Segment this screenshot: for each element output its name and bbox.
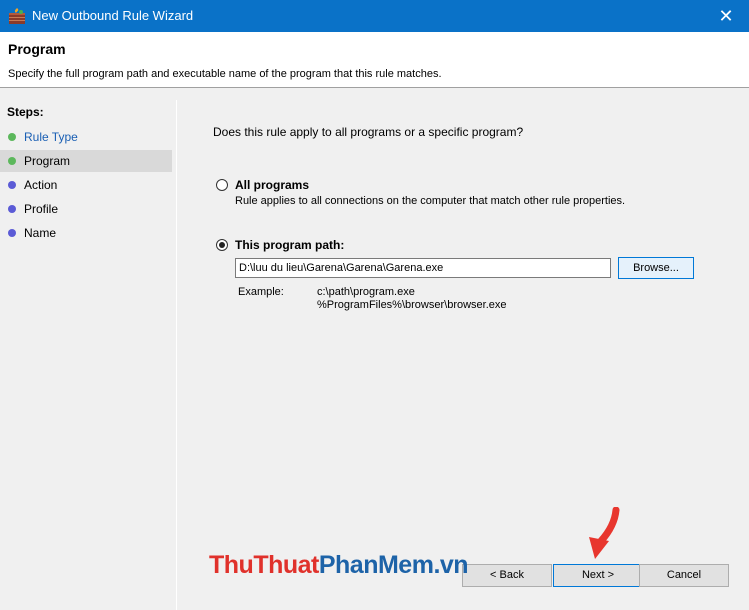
all-programs-radio[interactable] — [216, 179, 228, 191]
step-bullet-icon — [8, 205, 16, 213]
step-bullet-icon — [8, 157, 16, 165]
step-label: Rule Type — [24, 130, 78, 144]
steps-panel: Steps: Rule Type Program Action Profile … — [0, 100, 176, 610]
step-bullet-icon — [8, 181, 16, 189]
example-value: %ProgramFiles%\browser\browser.exe — [317, 299, 507, 311]
window-title: New Outbound Rule Wizard — [32, 8, 194, 23]
program-path-input[interactable] — [235, 258, 611, 278]
step-label: Name — [24, 226, 57, 240]
step-label: Action — [24, 178, 58, 192]
step-name: Name — [0, 222, 172, 244]
close-button[interactable]: ✕ — [703, 0, 749, 32]
firewall-icon — [9, 8, 25, 24]
watermark-part: ThuThuat — [209, 551, 319, 579]
program-path-label[interactable]: This program path: — [235, 238, 344, 252]
content-panel: Does this rule apply to all programs or … — [176, 100, 749, 610]
next-button[interactable]: Next > — [553, 564, 643, 587]
all-programs-label[interactable]: All programs — [235, 178, 309, 192]
header-divider — [0, 87, 749, 88]
example-label: Example: — [238, 286, 284, 298]
back-button[interactable]: < Back — [462, 564, 552, 587]
browse-button[interactable]: Browse... — [618, 257, 694, 279]
pointer-arrow-icon — [589, 507, 620, 559]
steps-title: Steps: — [7, 105, 44, 119]
question-text: Does this rule apply to all programs or … — [213, 125, 524, 139]
cancel-button[interactable]: Cancel — [639, 564, 729, 587]
step-bullet-icon — [8, 133, 16, 141]
step-action: Action — [0, 174, 172, 196]
step-rule-type[interactable]: Rule Type — [0, 126, 172, 148]
step-label: Profile — [24, 202, 59, 216]
wizard-header: Program Specify the full program path an… — [0, 32, 749, 87]
page-title: Program — [8, 41, 66, 57]
title-bar: New Outbound Rule Wizard ✕ — [0, 0, 749, 32]
step-bullet-icon — [8, 229, 16, 237]
watermark-part: PhanMem — [318, 551, 434, 579]
step-profile: Profile — [0, 198, 172, 220]
page-description: Specify the full program path and execut… — [8, 68, 442, 80]
all-programs-description: Rule applies to all connections on the c… — [235, 195, 626, 207]
watermark: ThuThuatPhanMem.vn — [209, 551, 469, 580]
step-program[interactable]: Program — [0, 150, 172, 172]
program-path-radio[interactable] — [216, 239, 228, 251]
watermark-part: .vn — [433, 551, 469, 579]
example-value: c:\path\program.exe — [317, 286, 415, 298]
step-label: Program — [24, 154, 71, 168]
